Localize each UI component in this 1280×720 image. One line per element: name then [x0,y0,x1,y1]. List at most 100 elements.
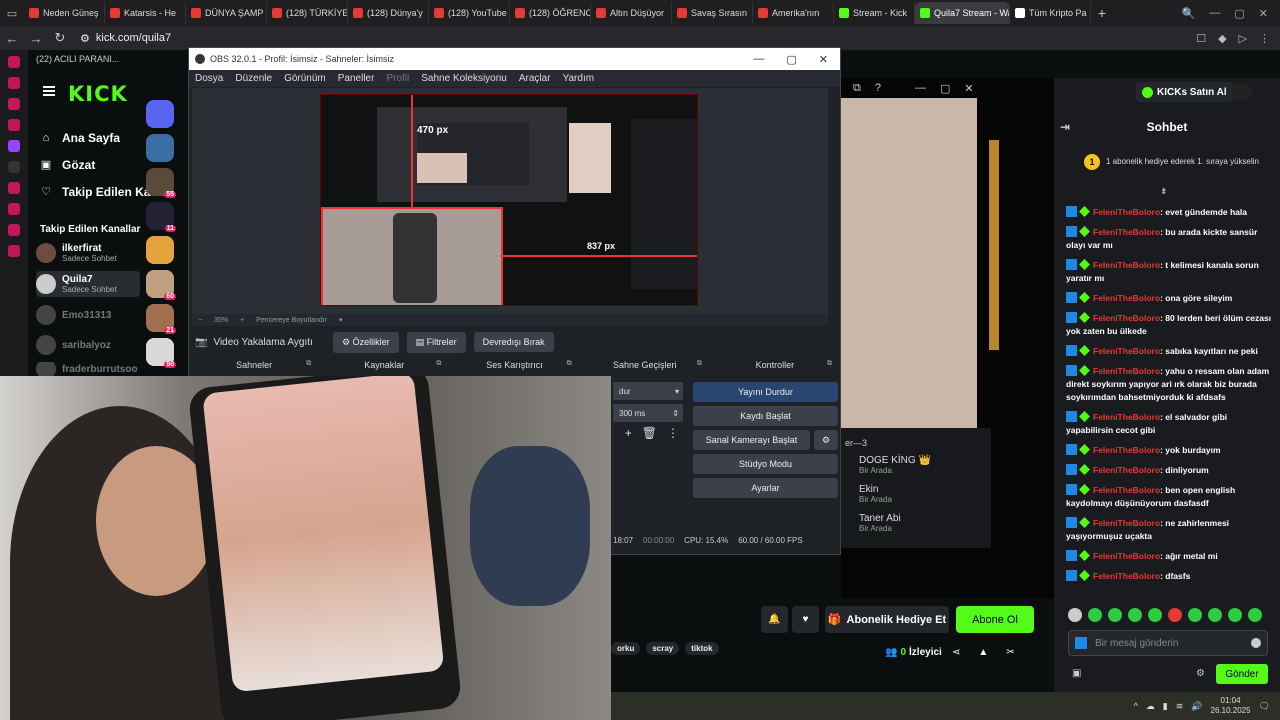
emote-icon[interactable] [1188,608,1202,622]
avatar[interactable] [1232,84,1252,100]
sidebar-app-icon[interactable] [8,224,20,236]
heart-icon[interactable]: ♥ [792,606,819,633]
start-virtual-camera-button[interactable]: Sanal Kamerayı Başlat [693,430,810,450]
reload-icon[interactable]: ↻ [48,30,72,46]
avatar[interactable]: 11 [146,202,176,232]
play-icon[interactable]: ▷ [1239,32,1247,45]
minimize-icon[interactable]: — [915,82,926,95]
menu-item[interactable]: Düzenle [235,73,272,84]
avatar[interactable]: 50 [146,338,176,368]
zoom-out-icon[interactable]: − [198,317,202,324]
dock-transitions[interactable]: Sahne Geçişleri [580,360,710,374]
close-icon[interactable]: ✕ [1259,7,1268,20]
dock-sources[interactable]: Kaynaklar [319,360,449,374]
browser-tab[interactable]: Tüm Kripto Pa [1010,2,1091,24]
gear-icon[interactable]: ⚙ [1196,668,1205,679]
bell-icon[interactable]: 🔔 [761,606,788,633]
twitch-icon[interactable] [8,140,20,152]
chat-message[interactable]: FeleniTheBoloro: t kelimesi kanala sorun… [1066,259,1276,285]
add-icon[interactable]: + [625,426,632,440]
chat-username[interactable]: FeleniTheBoloro [1093,260,1160,270]
sidebar-app-icon[interactable] [8,119,20,131]
emote-icon[interactable] [1168,608,1182,622]
url-field[interactable]: ⚙ kick.com/quila7 [80,32,171,45]
menu-item[interactable]: Sahne Koleksiyonu [421,73,507,84]
obs-preview[interactable]: 470 px 837 px [192,88,828,314]
trash-icon[interactable]: 🗑 [642,426,657,440]
chat-message[interactable]: FeleniTheBoloro: bu arada kickte sansür … [1066,226,1276,252]
start-recording-button[interactable]: Kaydı Başlat [693,406,838,426]
zoom-mode[interactable]: Pencereye Boyutlandır [256,317,327,324]
subscribe-button[interactable]: Abone Ol [956,606,1034,633]
back-icon[interactable]: ← [0,31,24,46]
bookmark-icon[interactable]: ☐ [1196,32,1206,45]
dock-audio-mixer[interactable]: Ses Karıştırıcı [449,360,579,374]
emoji-icon[interactable] [1251,638,1261,648]
chat-message[interactable]: FeleniTheBoloro: ona göre sileyim [1066,292,1276,305]
forward-icon[interactable]: → [24,31,48,46]
deactivate-button[interactable]: Devredışı Bırak [473,332,554,352]
more-icon[interactable]: ⋮ [667,426,679,440]
search-icon[interactable]: 🔍 [1182,7,1196,20]
settings-button[interactable]: Ayarlar [693,478,838,498]
chevron-down-icon[interactable]: ▾ [339,316,343,324]
share-icon[interactable]: ⋖ [952,647,960,658]
chat-username[interactable]: FeleniTheBoloro [1093,485,1160,495]
help-icon[interactable]: ? [875,82,881,95]
menu-icon[interactable]: ⋮ [1259,32,1270,45]
sidebar-app-icon[interactable] [8,77,20,89]
viewer-item[interactable]: Taner Abi Bir Arada [841,508,991,537]
dock-controls[interactable]: Kontroller [710,360,840,374]
avatar[interactable] [146,134,174,162]
tag[interactable]: orku [611,642,641,655]
chat-message[interactable]: FeleniTheBoloro: sabıka kayıtları ne pek… [1066,345,1276,358]
chat-username[interactable]: FeleniTheBoloro [1093,313,1160,323]
kick-logo[interactable]: KICK [68,82,128,106]
nav-following[interactable]: ♡ Takip Edilen Ka [40,178,150,205]
chat-message[interactable]: FeleniTheBoloro: ağır metal mi [1066,550,1276,563]
emote-icon[interactable] [1228,608,1242,622]
chat-message[interactable]: FeleniTheBoloro: 80 lerden beri ölüm cez… [1066,312,1276,338]
nav-browse[interactable]: ▣ Gözat [40,151,150,178]
chat-username[interactable]: FeleniTheBoloro [1093,293,1160,303]
channel-item[interactable]: fraderburrutsoo [36,362,140,376]
emote-icon[interactable] [1148,608,1162,622]
pip-icon[interactable]: ⧉ [853,82,861,95]
clip-icon[interactable]: ✂ [1006,647,1014,658]
menu-item[interactable]: Paneller [338,73,375,84]
sidebar-app-icon[interactable] [8,98,20,110]
chat-message[interactable]: FeleniTheBoloro: ben open english kaydol… [1066,484,1276,510]
properties-button[interactable]: ⚙ Özellikler [333,331,399,353]
chat-username[interactable]: FeleniTheBoloro [1093,571,1160,581]
tab-actions-icon[interactable]: ▭ [0,0,24,26]
close-icon[interactable]: ✕ [964,82,973,95]
sidebar-app-icon[interactable] [8,245,20,257]
chat-input[interactable]: Bir mesaj gönderin [1068,630,1268,656]
minimize-icon[interactable]: — [753,53,764,66]
browser-tab[interactable]: Amerika'nın [753,2,834,24]
report-icon[interactable]: ▲ [978,647,988,658]
pinned-banner[interactable]: 1 1 abonelik hediye ederek 1. sıraya yük… [1084,154,1264,170]
minimize-icon[interactable]: — [1209,7,1220,20]
emote-icon[interactable] [1088,608,1102,622]
studio-mode-button[interactable]: Stüdyo Modu [693,454,838,474]
tag[interactable]: tiktok [685,642,719,655]
transition-select[interactable]: dur ▾ [613,382,683,400]
sidebar-app-icon[interactable] [8,182,20,194]
chat-rules-icon[interactable]: ▣ [1072,668,1081,679]
expand-icon[interactable]: ⇟ [1160,186,1168,197]
close-icon[interactable]: ✕ [819,53,828,66]
browser-tab[interactable]: (128) Dünya'y [348,2,429,24]
send-button[interactable]: Gönder [1216,664,1268,684]
browser-tab[interactable]: DÜNYA ŞAMP [186,2,267,24]
new-tab-button[interactable]: + [1091,5,1113,21]
tag[interactable]: scray [646,642,680,655]
notification-icon[interactable]: 🗨 [1259,701,1270,712]
viewer-item[interactable]: Ekin Bir Arada [841,479,991,508]
channel-item[interactable]: ilkerfirat Sadece Sohbet [36,240,140,266]
browser-tab[interactable]: Stream - Kick [834,2,915,24]
maximize-icon[interactable]: ▢ [1234,7,1244,20]
battery-icon[interactable]: ▮ [1163,701,1168,712]
emote-icon[interactable] [1208,608,1222,622]
gear-icon[interactable]: ⚙ [814,430,838,450]
